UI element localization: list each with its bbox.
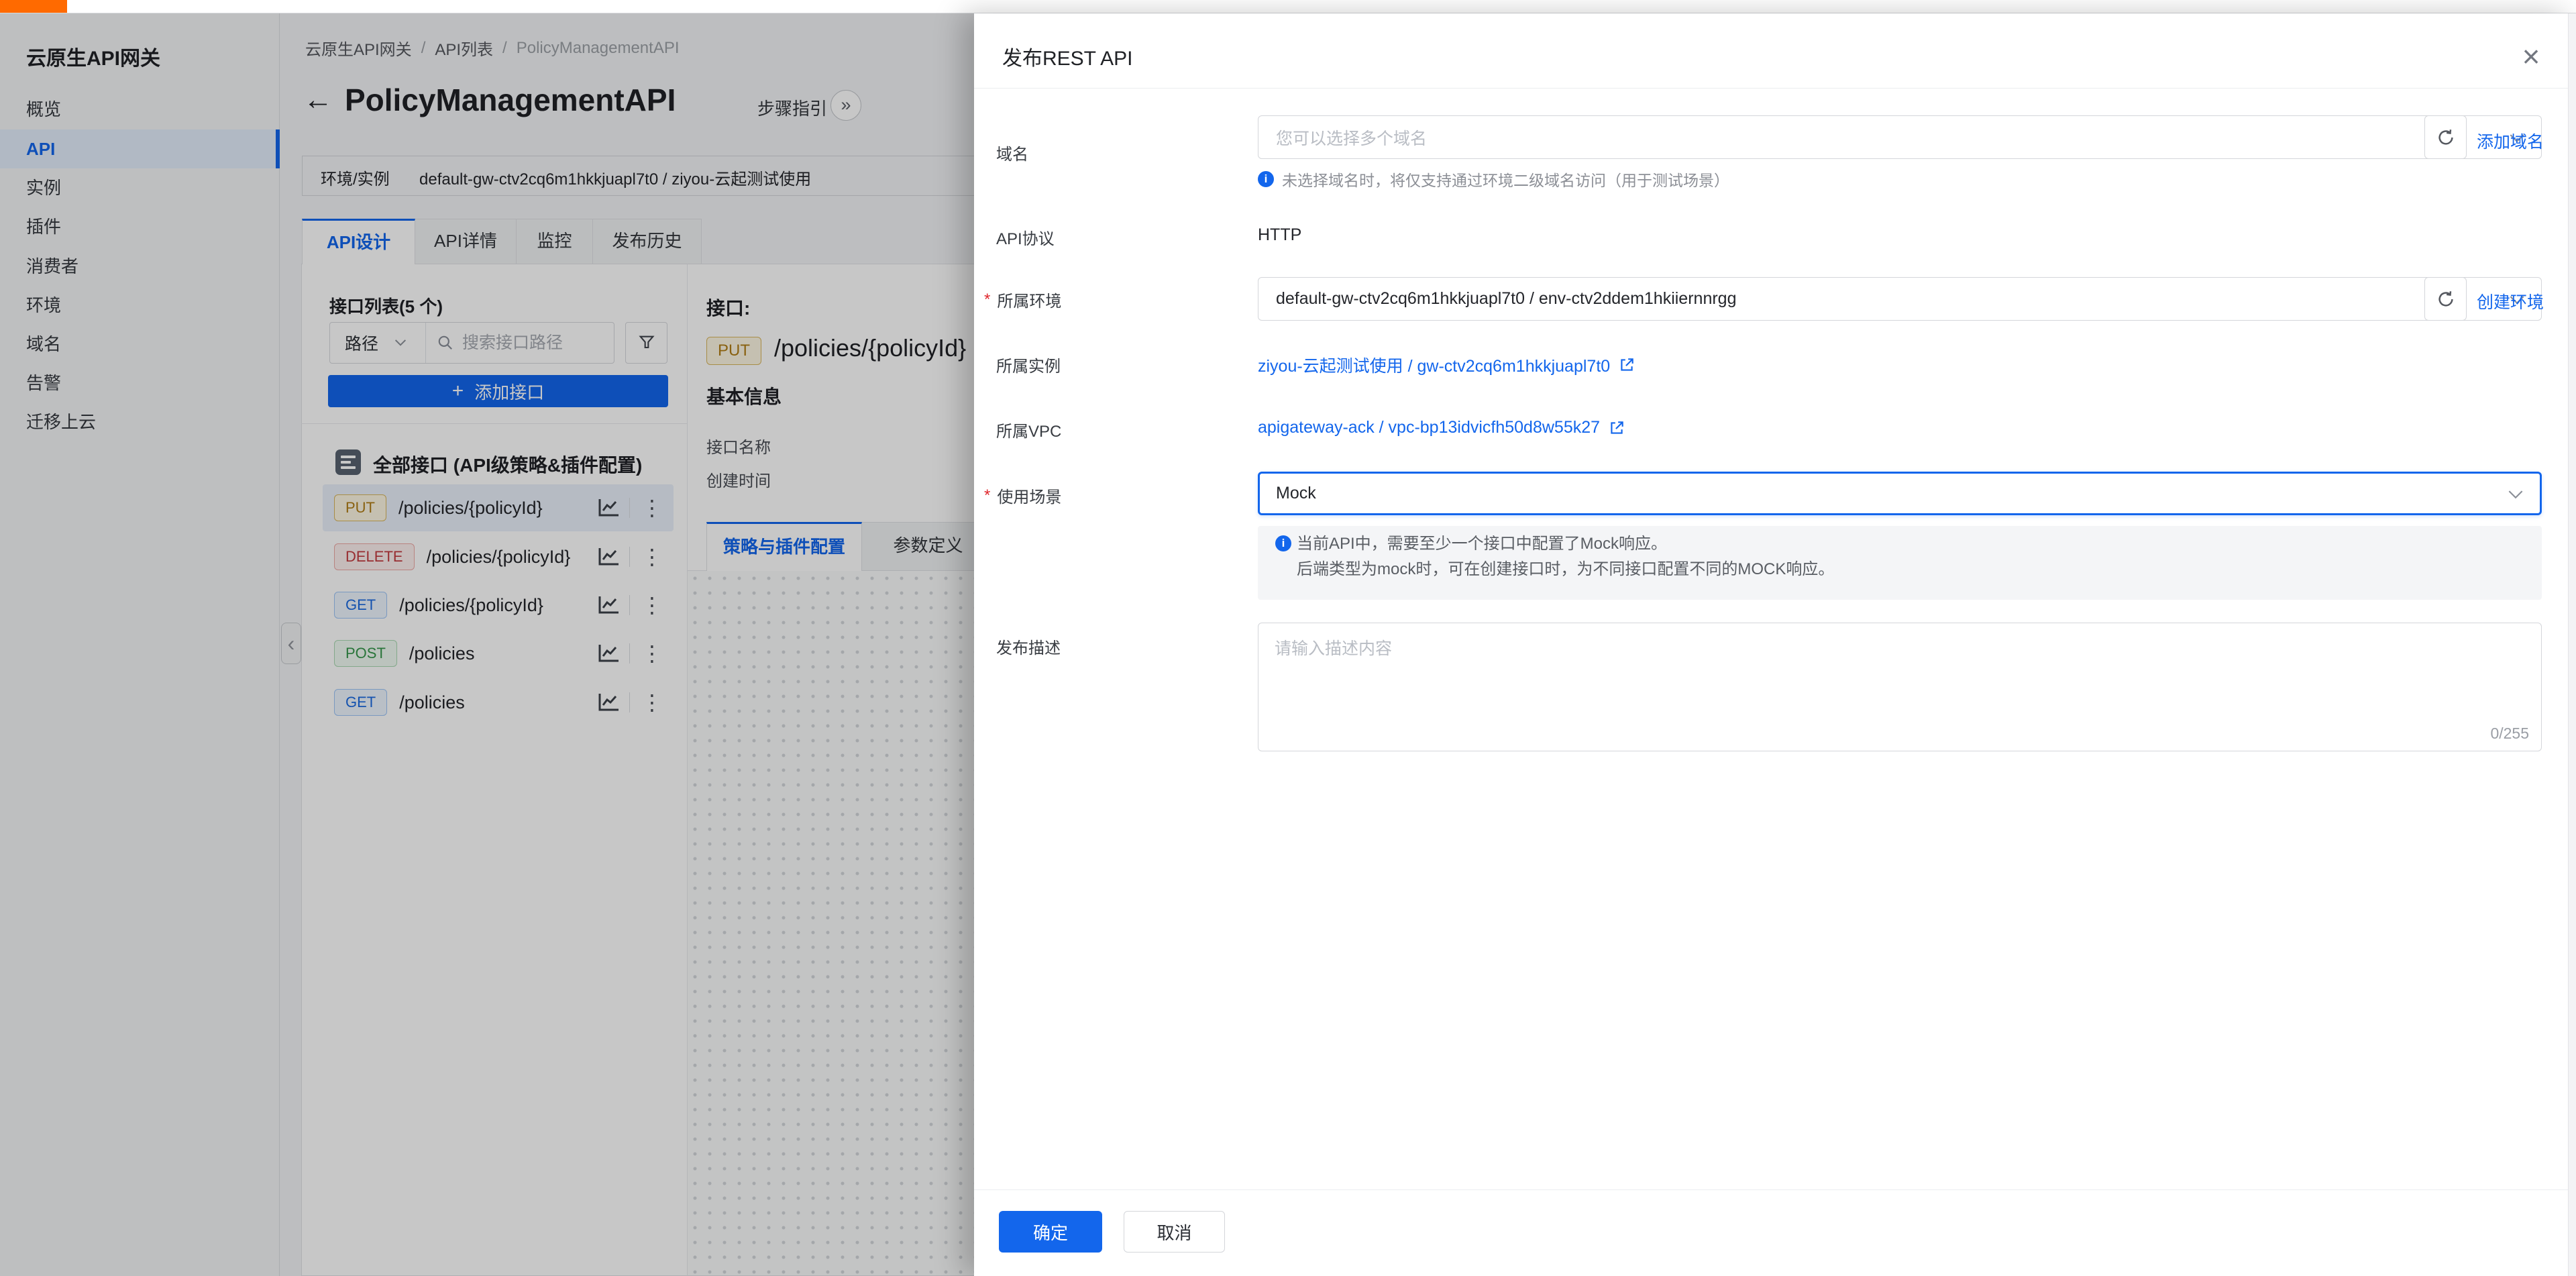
refresh-domains-button[interactable] — [2424, 115, 2467, 159]
close-icon[interactable]: × — [2514, 40, 2548, 74]
scenario-label: * 使用场景 — [984, 484, 1061, 507]
label-text: 所属VPC — [996, 418, 1061, 441]
external-link-icon — [1608, 419, 1625, 437]
description-label: 发布描述 — [996, 635, 1061, 658]
domain-hint: i 未选择域名时，将仅支持通过环境二级域名访问（用于测试场景） — [1258, 168, 1729, 191]
protocol-value: HTTP — [1258, 225, 1301, 245]
environment-select-value: default-gw-ctv2cq6m1hkkjuapl7t0 / env-ct… — [1276, 289, 1736, 309]
topbar — [0, 0, 2576, 13]
required-mark: * — [984, 290, 990, 309]
confirm-button[interactable]: 确定 — [999, 1211, 1102, 1253]
vpc-label: 所属VPC — [996, 418, 1061, 441]
environment-label: * 所属环境 — [984, 288, 1061, 311]
vpc-link[interactable]: apigateway-ack / vpc-bp13idvicfh50d8w55k… — [1258, 418, 1625, 437]
create-environment-link[interactable]: 创建环境 — [2477, 289, 2544, 313]
label-text: 域名 — [996, 141, 1028, 164]
chevron-down-icon — [2508, 490, 2524, 500]
cancel-button[interactable]: 取消 — [1124, 1211, 1225, 1253]
instance-link-text: ziyou-云起测试使用 / gw-ctv2cq6m1hkkjuapl7t0 — [1258, 353, 1610, 377]
info-icon: i — [1275, 535, 1291, 551]
description-textarea[interactable] — [1258, 623, 2542, 751]
scrollbar-gutter[interactable] — [2568, 13, 2576, 1276]
drawer-title: 发布REST API — [1002, 42, 1133, 71]
char-counter: 0/255 — [2490, 725, 2529, 743]
add-domain-link[interactable]: 添加域名 — [2477, 129, 2544, 153]
protocol-label: API协议 — [996, 225, 1055, 249]
vpc-link-text: apigateway-ack / vpc-bp13idvicfh50d8w55k… — [1258, 418, 1600, 437]
mock-info-line2: 后端类型为mock时，可在创建接口时，为不同接口配置不同的MOCK响应。 — [1297, 558, 1834, 581]
domain-select[interactable]: 您可以选择多个域名 — [1258, 115, 2542, 159]
instance-label: 所属实例 — [996, 353, 1061, 376]
environment-select[interactable]: default-gw-ctv2cq6m1hkkjuapl7t0 / env-ct… — [1258, 277, 2542, 321]
divider — [974, 88, 2576, 89]
mock-info-box: i 当前API中，需要至少一个接口中配置了Mock响应。 后端类型为mock时，… — [1258, 526, 2542, 600]
drawer-mask[interactable] — [0, 13, 974, 1276]
scenario-select-value: Mock — [1276, 484, 1316, 503]
label-text: API协议 — [996, 225, 1055, 249]
publish-rest-api-drawer: 发布REST API × 域名 您可以选择多个域名 添加域名 i 未选择域名时，… — [974, 13, 2576, 1276]
domain-select-placeholder: 您可以选择多个域名 — [1276, 125, 1427, 150]
info-icon: i — [1258, 171, 1274, 187]
label-text: 所属环境 — [997, 288, 1061, 311]
domain-hint-text: 未选择域名时，将仅支持通过环境二级域名访问（用于测试场景） — [1282, 168, 1729, 191]
brand-logo — [0, 0, 67, 13]
required-mark: * — [984, 486, 990, 505]
domain-label: 域名 — [996, 141, 1028, 164]
instance-link[interactable]: ziyou-云起测试使用 / gw-ctv2cq6m1hkkjuapl7t0 — [1258, 353, 1635, 377]
label-text: 使用场景 — [997, 484, 1061, 507]
label-text: 所属实例 — [996, 353, 1061, 376]
refresh-environments-button[interactable] — [2424, 277, 2467, 321]
mock-info-line1: 当前API中，需要至少一个接口中配置了Mock响应。 — [1297, 533, 1667, 555]
external-link-icon — [1618, 356, 1635, 374]
divider — [974, 1189, 2576, 1190]
label-text: 发布描述 — [996, 635, 1061, 658]
refresh-icon — [2436, 289, 2456, 309]
scenario-select[interactable]: Mock — [1258, 472, 2542, 515]
refresh-icon — [2436, 127, 2456, 148]
